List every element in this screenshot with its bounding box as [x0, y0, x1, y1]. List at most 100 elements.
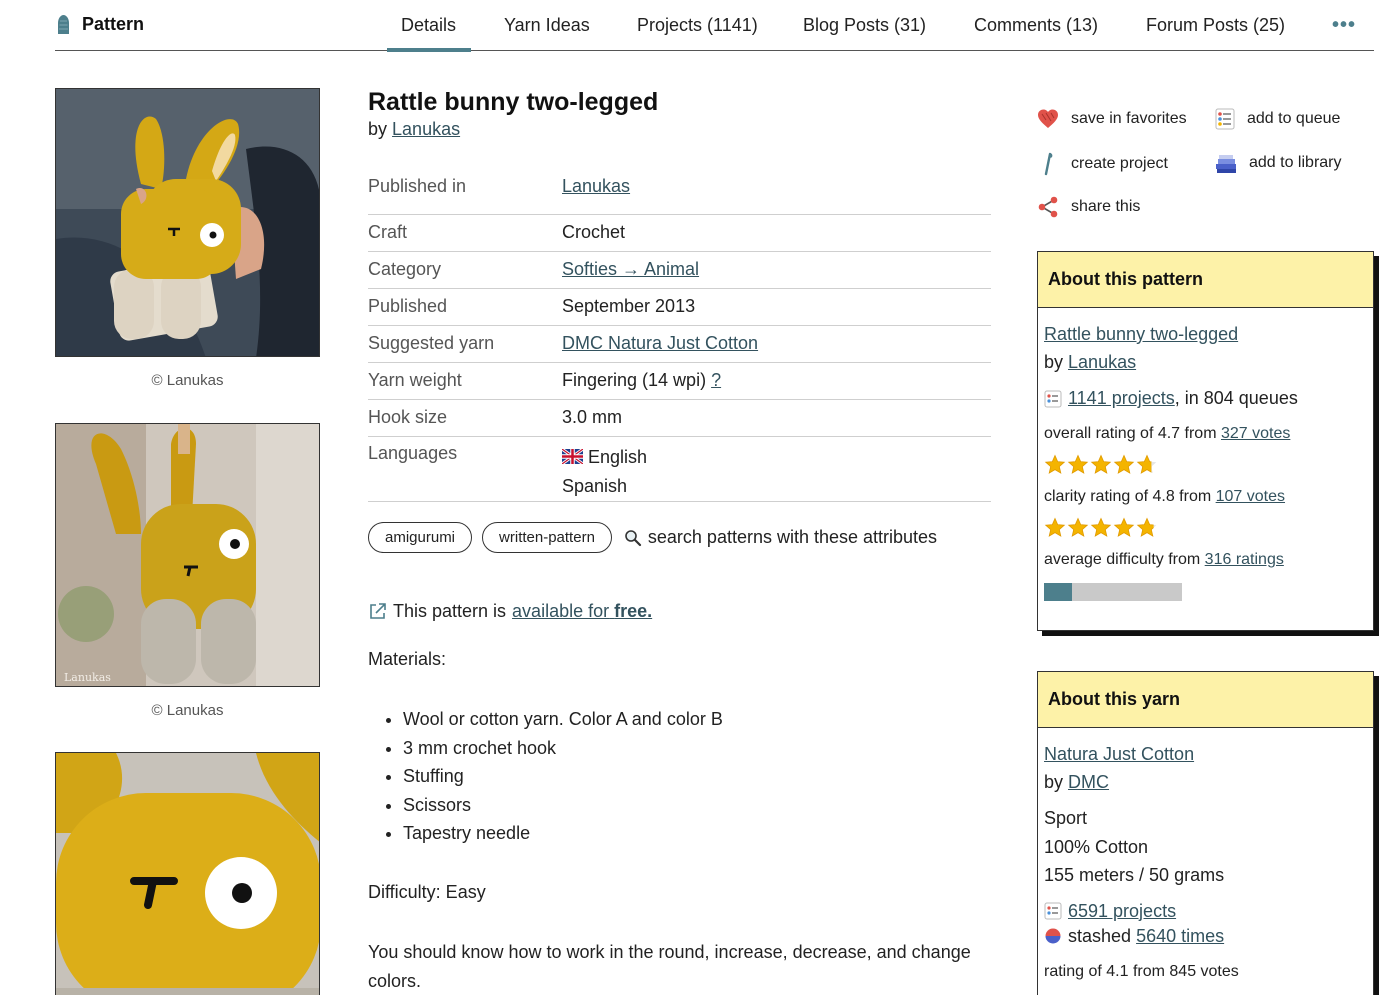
list-item: Wool or cotton yarn. Color A and color B [403, 705, 723, 734]
star-icon [1136, 454, 1157, 474]
pattern-name-link[interactable]: Rattle bunny two-legged [1044, 324, 1238, 344]
detail-label: Suggested yarn [368, 325, 562, 363]
photo-watermark: Lanukas [64, 671, 111, 684]
yarn-projects-row: 6591 projects [1044, 901, 1367, 922]
clarity-rating-stars [1044, 517, 1367, 538]
yarn-brand-link[interactable]: DMC [1068, 772, 1109, 792]
save-favorites-button[interactable]: save in favorites [1037, 108, 1187, 130]
pattern-projects-link[interactable]: 1141 projects [1068, 388, 1175, 408]
pattern-details-table: Published in Lanukas Craft Crochet Categ… [368, 168, 991, 502]
projects-icon [1044, 390, 1062, 407]
pattern-photo-3[interactable] [55, 752, 320, 995]
availability-text: This pattern is [393, 601, 507, 621]
save-favorites-label: save in favorites [1071, 110, 1187, 127]
tag-amigurumi[interactable]: amigurumi [368, 522, 473, 553]
tab-yarn-ideas[interactable]: Yarn Ideas [504, 15, 590, 36]
detail-label: Craft [368, 214, 562, 252]
detail-row: Languages English Spanish [368, 436, 991, 502]
category-link[interactable]: Softies → Animal [562, 259, 699, 279]
pattern-photo-2[interactable]: Lanukas [55, 423, 320, 687]
list-item: 3 mm crochet hook [403, 734, 723, 763]
queue-list-icon [1215, 108, 1235, 130]
about-pattern-card: About this pattern Rattle bunny two-legg… [1037, 251, 1374, 631]
star-icon [1113, 517, 1135, 537]
uk-flag-icon [562, 448, 583, 464]
add-to-queue-button[interactable]: add to queue [1215, 108, 1340, 130]
download-link-free: free. [614, 601, 653, 621]
share-label: share this [1071, 198, 1141, 215]
list-item: Stuffing [403, 762, 723, 791]
star-icon [1090, 454, 1112, 474]
detail-label: Published [368, 288, 562, 326]
download-link-label: available for [512, 601, 610, 621]
search-attributes-link[interactable]: search patterns with these attributes [624, 527, 937, 548]
designer-link[interactable]: Lanukas [1068, 352, 1136, 372]
clarity-rating-text: clarity rating of 4.8 from 107 votes [1044, 488, 1367, 506]
tab-blog-posts[interactable]: Blog Posts (31) [803, 15, 926, 36]
add-to-queue-label: add to queue [1247, 110, 1341, 127]
pattern-title: Rattle bunny two-legged [368, 88, 659, 116]
pattern-projects-row: 1141 projects, in 804 queues [1044, 388, 1367, 409]
photo-caption: © Lanukas [151, 372, 224, 389]
bunny-closeup-image [56, 753, 319, 995]
difficulty-ratings-link[interactable]: 316 ratings [1205, 551, 1284, 568]
tab-projects[interactable]: Projects (1141) [637, 15, 758, 36]
about-yarn-card: About this yarn Natura Just Cotton by DM… [1037, 671, 1374, 995]
yarn-weight-help-link[interactable]: ? [711, 370, 721, 390]
yarn-projects-link[interactable]: 6591 projects [1068, 901, 1176, 922]
stash-icon [1045, 928, 1061, 944]
designer-link[interactable]: Lanukas [392, 119, 460, 139]
by-label: by [1044, 772, 1064, 792]
stashed-label: stashed [1068, 925, 1132, 946]
star-icon [1113, 454, 1135, 474]
brand-label: Pattern [82, 14, 145, 34]
availability: This pattern is available for free. [368, 601, 652, 622]
detail-row: Published in Lanukas [368, 168, 991, 215]
suggested-yarn-link[interactable]: DMC Natura Just Cotton [562, 333, 758, 353]
tag-written-pattern[interactable]: written-pattern [482, 522, 612, 553]
bunny-photo-image [56, 89, 319, 356]
star-icon [1136, 517, 1157, 537]
overall-rating-text: overall rating of 4.7 from 327 votes [1044, 425, 1367, 443]
pattern-photo-1[interactable] [55, 88, 320, 357]
add-to-library-button[interactable]: add to library [1215, 152, 1342, 174]
tab-details[interactable]: Details [386, 15, 472, 52]
difficulty-bar [1044, 583, 1182, 601]
stashed-link[interactable]: 5640 times [1136, 926, 1224, 946]
star-icon [1044, 454, 1066, 474]
description-text: You should know how to work in the round… [368, 942, 971, 991]
attribute-tags: amigurumi written-pattern search pattern… [368, 522, 937, 553]
create-project-button[interactable]: create project [1037, 152, 1168, 176]
photo-caption: © Lanukas [151, 702, 224, 719]
pattern-byline: by Lanukas [368, 119, 460, 140]
published-in-link[interactable]: Lanukas [562, 176, 630, 196]
yarn-rating-text: rating of 4.1 from 845 votes [1044, 962, 1239, 980]
yarn-weight-value: Fingering (14 wpi) [562, 369, 707, 390]
difficulty-bar-fill [1044, 583, 1072, 601]
download-link[interactable]: available for free. [512, 601, 652, 622]
add-to-library-label: add to library [1249, 154, 1342, 171]
detail-label: Languages [368, 436, 562, 502]
tab-forum-posts[interactable]: Forum Posts (25) [1146, 15, 1285, 36]
detail-label: Yarn weight [368, 362, 562, 400]
create-project-label: create project [1071, 155, 1168, 172]
brand[interactable]: Pattern [55, 14, 144, 35]
about-pattern-heading: About this pattern [1038, 252, 1373, 308]
yarn-name-link[interactable]: Natura Just Cotton [1044, 744, 1194, 764]
clarity-votes-link[interactable]: 107 votes [1216, 488, 1285, 505]
detail-row: Suggested yarn DMC Natura Just Cotton [368, 325, 991, 363]
overall-votes-link[interactable]: 327 votes [1221, 425, 1290, 442]
star-icon [1090, 517, 1112, 537]
crochet-hook-icon [1044, 152, 1053, 176]
clarity-rating-label: clarity rating of 4.8 from [1044, 488, 1212, 505]
language-english: English [588, 446, 648, 467]
materials-heading: Materials: [368, 649, 447, 669]
more-menu-button[interactable]: ••• [1332, 14, 1356, 37]
share-button[interactable]: share this [1037, 196, 1140, 218]
yarn-ball-icon [58, 15, 69, 34]
tab-comments[interactable]: Comments (13) [974, 15, 1098, 36]
difficulty-text: Difficulty: Easy [368, 882, 486, 902]
queues-text: , in 804 queues [1174, 388, 1298, 408]
overall-rating-stars [1044, 454, 1367, 475]
language-spanish: Spanish [562, 475, 628, 496]
